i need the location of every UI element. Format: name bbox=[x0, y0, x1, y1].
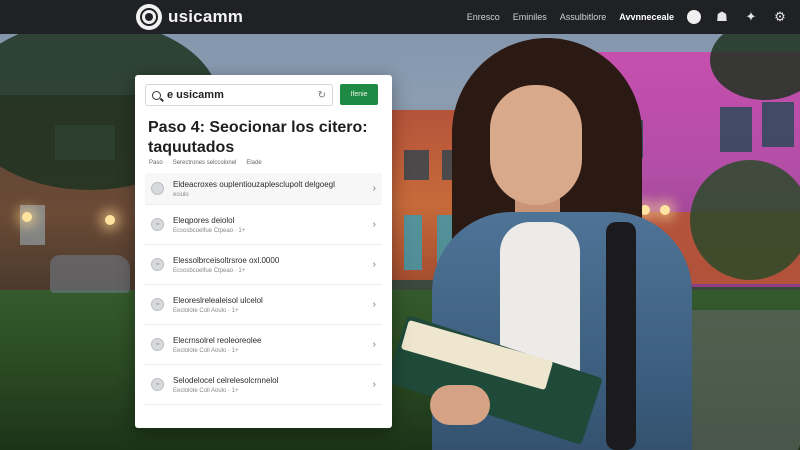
list-item[interactable]: ▫ Eleoreslrelealeisol ulcelol Eeclolote … bbox=[145, 285, 382, 325]
list-item-subtitle: Ecsosbcoelfue Ctpeao · 1+ bbox=[173, 267, 246, 274]
meta-label: Paso bbox=[149, 160, 163, 166]
chevron-right-icon: › bbox=[372, 379, 376, 390]
criteria-list: Eldeacroxes ouplentiouzaplesclupolt delg… bbox=[145, 173, 382, 405]
search-icon bbox=[152, 90, 161, 100]
list-item-subtitle: eciulo bbox=[173, 191, 189, 198]
list-item-title: Eleqpores deiolol bbox=[173, 215, 235, 225]
person-hand bbox=[430, 385, 490, 425]
chevron-right-icon: › bbox=[372, 299, 376, 310]
list-item[interactable]: ▫ Selodelocel celrelesolcrnnelol Eeclolo… bbox=[145, 365, 382, 405]
main-nav: Enresco Eminiles Assulbitlore Avvnneceal… bbox=[467, 9, 788, 25]
list-item-subtitle: Eeclolote Coll Aoulo · 1+ bbox=[173, 387, 239, 394]
background-photo bbox=[0, 0, 800, 450]
list-item-title: Elessolbrceisoltrsroe oxl.0000 bbox=[173, 255, 280, 265]
tree bbox=[690, 160, 800, 280]
chevron-right-icon: › bbox=[372, 259, 376, 270]
list-item-subtitle: Ecsosbcoelfue Ctpeao · 1+ bbox=[173, 227, 246, 234]
content-panel: e usicamm ↻ Ifenie Paso 4: Seocionar los… bbox=[135, 75, 392, 428]
list-item-title: Elecrnsolrel reoleoreolee bbox=[173, 335, 262, 345]
moon-icon[interactable] bbox=[687, 10, 701, 24]
nav-link-1[interactable]: Enresco bbox=[467, 12, 500, 22]
brand-name[interactable]: usicamm bbox=[168, 7, 243, 27]
person-face bbox=[490, 85, 582, 205]
list-item[interactable]: ▫ Eleqpores deiolol Ecsosbcoelfue Ctpeao… bbox=[145, 205, 382, 245]
brand-logo-icon[interactable] bbox=[136, 4, 162, 30]
nav-link-3[interactable]: Assulbitlore bbox=[560, 12, 607, 22]
settings-icon[interactable]: ⚙ bbox=[772, 9, 788, 25]
document-icon: ▫ bbox=[151, 298, 164, 311]
document-icon: ▫ bbox=[151, 258, 164, 271]
document-icon: ▫ bbox=[151, 218, 164, 231]
user-icon[interactable]: ☗ bbox=[714, 9, 730, 25]
meta-label: Serectrones selccolonel bbox=[172, 160, 237, 166]
list-item-subtitle: Eeclolote Coll Aoulo · 1+ bbox=[173, 347, 239, 354]
top-navigation-bar: usicamm Enresco Eminiles Assulbitlore Av… bbox=[0, 0, 800, 34]
nav-link-4-active[interactable]: Avvnneceale bbox=[619, 12, 674, 22]
document-icon: ▫ bbox=[151, 338, 164, 351]
chevron-right-icon: › bbox=[372, 219, 376, 230]
chevron-right-icon: › bbox=[372, 183, 376, 194]
sparkle-icon[interactable]: ✦ bbox=[743, 9, 759, 25]
nav-link-2[interactable]: Eminiles bbox=[513, 12, 547, 22]
search-bar[interactable]: e usicamm ↻ bbox=[145, 84, 333, 106]
list-item-title: Eldeacroxes ouplentiouzaplesclupolt delg… bbox=[173, 179, 335, 189]
chevron-right-icon: › bbox=[372, 339, 376, 350]
list-item[interactable]: Eldeacroxes ouplentiouzaplesclupolt delg… bbox=[145, 173, 382, 205]
street-lamp bbox=[660, 205, 670, 215]
search-input[interactable]: e usicamm bbox=[167, 89, 318, 101]
list-item-title: Selodelocel celrelesolcrnnelol bbox=[173, 375, 279, 385]
list-item[interactable]: ▫ Elessolbrceisoltrsroe oxl.0000 Ecsosbc… bbox=[145, 245, 382, 285]
street-lamp bbox=[105, 215, 115, 225]
meta-row: Paso Serectrones selccolonel Elade bbox=[149, 160, 262, 166]
circle-icon bbox=[151, 182, 164, 195]
page-title: Paso 4: Seocionar los citero: taquutados bbox=[148, 119, 368, 156]
list-item-subtitle: Eeclolote Coll Aoulo · 1+ bbox=[173, 307, 239, 314]
meta-label: Elade bbox=[246, 160, 262, 166]
refresh-icon[interactable]: ↻ bbox=[318, 90, 326, 101]
parked-car bbox=[50, 255, 130, 293]
street-lamp bbox=[22, 212, 32, 222]
search-submit-button[interactable]: Ifenie bbox=[340, 84, 378, 105]
backpack-strap bbox=[606, 222, 636, 450]
list-item[interactable]: ▫ Elecrnsolrel reoleoreolee Eeclolote Co… bbox=[145, 325, 382, 365]
list-item-title: Eleoreslrelealeisol ulcelol bbox=[173, 295, 263, 305]
document-icon: ▫ bbox=[151, 378, 164, 391]
